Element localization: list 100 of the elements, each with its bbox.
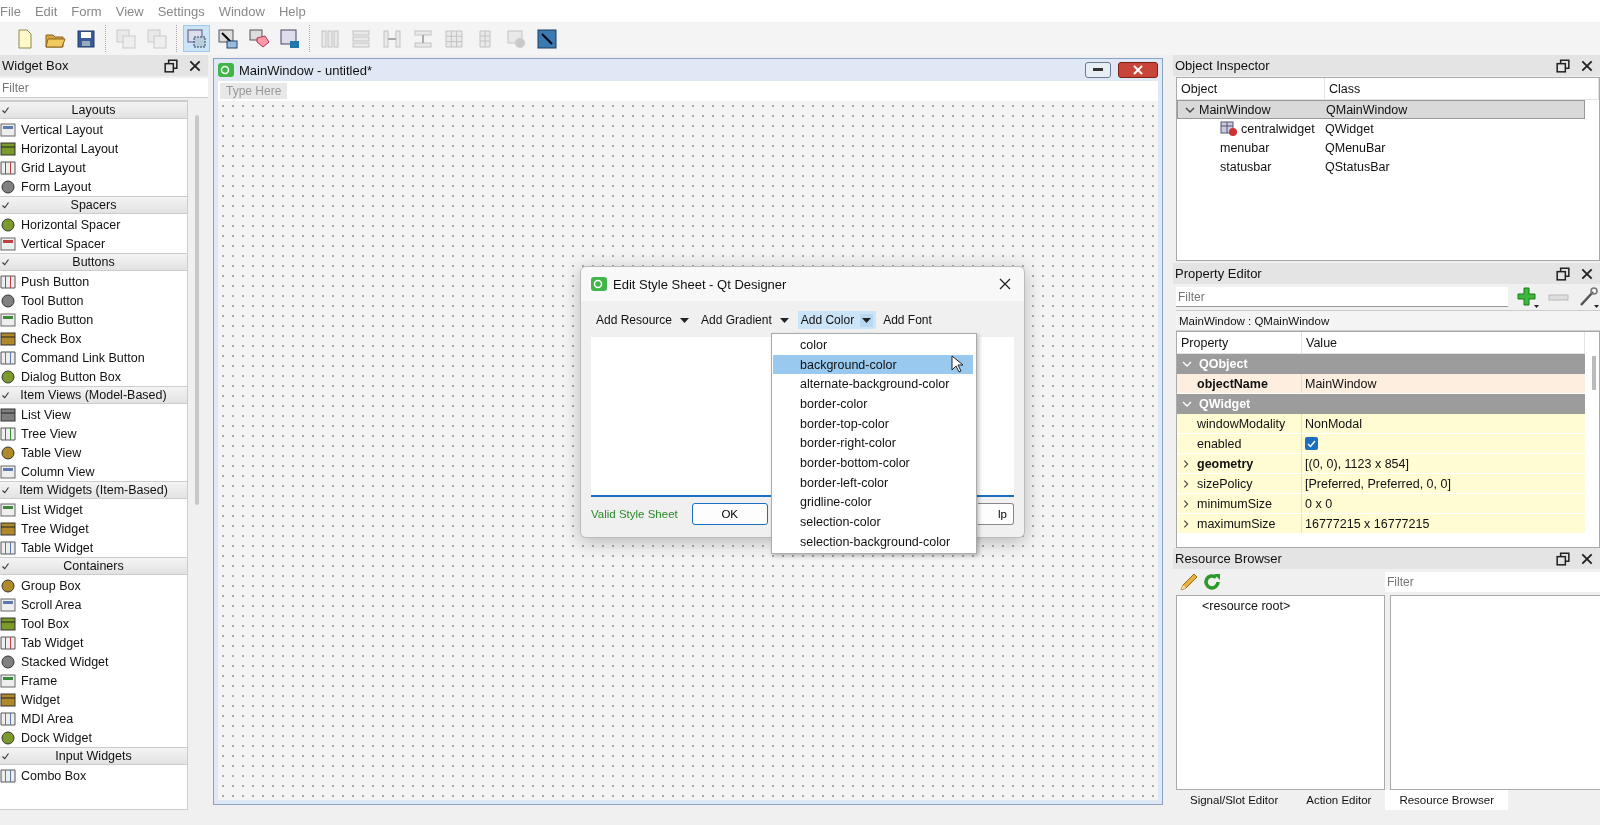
menu-item[interactable]: selection-color <box>772 512 976 532</box>
tree-row[interactable]: menubar QMenuBar <box>1177 138 1585 157</box>
menu-item[interactable]: Help <box>272 3 314 19</box>
widget-item[interactable]: Grid Layout <box>0 158 187 177</box>
widget-item[interactable]: Command Link Button <box>0 348 187 367</box>
widget-item[interactable]: Tab Widget <box>0 633 187 652</box>
checkbox[interactable] <box>1305 437 1318 450</box>
scrollbar[interactable] <box>195 115 199 505</box>
menu-item[interactable]: gridline-color <box>772 492 976 513</box>
tab[interactable]: Action Editor <box>1292 790 1386 810</box>
float-icon[interactable] <box>1556 266 1570 281</box>
close-button[interactable] <box>1118 62 1158 78</box>
widget-item[interactable]: Group Box <box>0 576 187 595</box>
caret-icon[interactable] <box>779 317 789 323</box>
menu-item[interactable]: border-bottom-color <box>772 453 976 473</box>
widget-item[interactable]: Check Box <box>0 329 187 348</box>
widget-item[interactable]: Radio Button <box>0 310 187 329</box>
property-row[interactable]: maximumSize 16777215 x 16777215 <box>1177 514 1585 534</box>
menu-item[interactable]: background-color <box>773 354 973 375</box>
category-header[interactable]: Item Widgets (Item-Based) <box>0 481 187 499</box>
filter-field[interactable]: Filter <box>0 78 208 98</box>
tab[interactable]: Signal/Slot Editor <box>1176 790 1293 810</box>
filter-field[interactable]: Filter <box>1176 287 1508 307</box>
tree-item[interactable]: <resource root> <box>1177 596 1291 613</box>
wrench-icon[interactable] <box>1578 286 1600 308</box>
widget-item[interactable]: Tool Box <box>0 614 187 633</box>
close-icon[interactable] <box>1580 266 1594 281</box>
menu-item[interactable]: Edit <box>28 3 66 19</box>
widget-item[interactable]: List Widget <box>0 500 187 519</box>
close-icon[interactable] <box>1580 58 1594 73</box>
filter-field[interactable]: Filter <box>1385 572 1600 592</box>
category-header[interactable]: Layouts <box>0 101 187 119</box>
widget-item[interactable]: Widget <box>0 690 187 709</box>
widget-item[interactable]: Scroll Area <box>0 595 187 614</box>
toolbar-button[interactable]: Add Font <box>880 311 935 329</box>
widget-item[interactable]: Stacked Widget <box>0 652 187 671</box>
widget-item[interactable]: Tree View <box>0 424 187 443</box>
dialog-button[interactable]: OK <box>691 503 768 525</box>
widget-item[interactable]: Vertical Spacer <box>0 234 187 253</box>
widget-item[interactable]: Form Layout <box>0 177 187 196</box>
column-header[interactable]: Class <box>1325 78 1599 99</box>
caret-icon[interactable] <box>862 317 872 323</box>
float-icon[interactable] <box>1556 551 1570 566</box>
menu-item[interactable]: View <box>109 3 152 19</box>
property-row[interactable]: sizePolicy [Preferred, Preferred, 0, 0] <box>1177 474 1585 494</box>
widget-item[interactable]: List View <box>0 405 187 424</box>
close-icon[interactable] <box>1580 551 1594 566</box>
toolbar-button[interactable]: Add Gradient <box>698 311 794 329</box>
menu-item[interactable]: border-left-color <box>772 472 976 493</box>
category-header[interactable]: Spacers <box>0 196 187 214</box>
widget-item[interactable]: Combo Box <box>0 766 187 785</box>
column-header[interactable]: Value <box>1302 332 1585 353</box>
tab[interactable]: Resource Browser <box>1385 790 1508 810</box>
category-header[interactable]: Containers <box>0 557 187 575</box>
dialog-button[interactable]: lp <box>978 503 1014 525</box>
toolbar-button[interactable]: Add Color <box>797 311 877 329</box>
menu-item[interactable]: Settings <box>151 3 213 19</box>
menu-item[interactable]: selection-background-color <box>772 531 976 552</box>
column-header[interactable]: Object <box>1177 78 1325 99</box>
property-row[interactable]: windowModality NonModal <box>1177 414 1585 434</box>
minimize-button[interactable] <box>1085 62 1111 78</box>
widget-item[interactable]: Frame <box>0 671 187 690</box>
menu-item[interactable]: border-color <box>772 394 976 414</box>
property-row[interactable]: geometry [(0, 0), 1123 x 854] <box>1177 454 1585 474</box>
widget-item[interactable]: Tree Widget <box>0 519 187 538</box>
menu-item[interactable]: File <box>0 3 29 19</box>
property-row[interactable]: enabled <box>1177 434 1585 454</box>
widget-item[interactable]: Tool Button <box>0 291 187 310</box>
widget-item[interactable]: Horizontal Layout <box>0 139 187 158</box>
widget-item[interactable]: Horizontal Spacer <box>0 215 187 234</box>
menu-item[interactable]: border-right-color <box>772 433 976 454</box>
tree-row[interactable]: centralwidget QWidget <box>1177 119 1585 138</box>
widget-item[interactable]: Table View <box>0 443 187 462</box>
toolbar-button[interactable]: Add Resource <box>593 311 695 329</box>
tree-row[interactable]: MainWindow QMainWindow <box>1177 100 1585 119</box>
menu-item[interactable]: color <box>772 335 976 355</box>
widget-item[interactable]: Vertical Layout <box>0 120 187 139</box>
property-row[interactable]: minimumSize 0 x 0 <box>1177 494 1585 514</box>
float-icon[interactable] <box>1556 58 1570 73</box>
category-header[interactable]: Input Widgets <box>0 747 187 765</box>
category-header[interactable]: Buttons <box>0 253 187 271</box>
pencil-icon[interactable] <box>1179 572 1199 592</box>
float-icon[interactable] <box>164 58 178 73</box>
column-header[interactable]: Property <box>1177 332 1302 353</box>
scrollbar[interactable] <box>1592 356 1596 390</box>
close-icon[interactable] <box>188 58 202 73</box>
menu-item[interactable]: Form <box>65 3 110 19</box>
menu-item[interactable]: border-top-color <box>772 413 976 434</box>
menu-item[interactable]: alternate-background-color <box>772 374 976 395</box>
widget-item[interactable]: Table Widget <box>0 538 187 557</box>
widget-item[interactable]: Dock Widget <box>0 728 187 747</box>
widget-item[interactable]: Dialog Button Box <box>0 367 187 386</box>
property-row[interactable]: objectName MainWindow <box>1177 374 1585 394</box>
refresh-icon[interactable] <box>1203 573 1221 591</box>
widget-item[interactable]: MDI Area <box>0 709 187 728</box>
menu-item[interactable]: Window <box>212 3 273 19</box>
widget-item[interactable]: Column View <box>0 462 187 481</box>
widget-item[interactable]: Push Button <box>0 272 187 291</box>
plus-icon[interactable] <box>1516 286 1540 308</box>
tree-row[interactable]: statusbar QStatusBar <box>1177 157 1585 176</box>
